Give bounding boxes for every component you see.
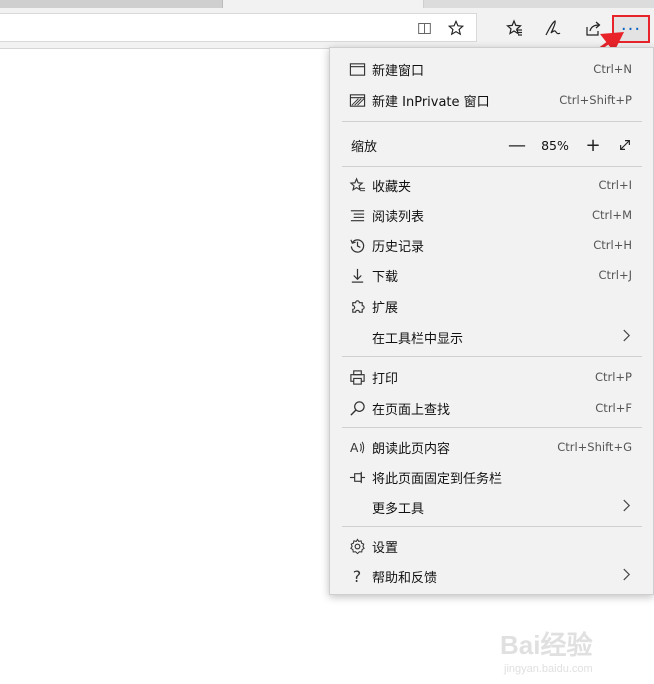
menu-item-settings[interactable]: 设置 xyxy=(330,532,653,560)
menu-label: 下载 xyxy=(372,269,399,285)
reading-list-icon xyxy=(347,205,367,225)
menu-item-extensions[interactable]: 扩展 xyxy=(330,292,653,320)
pin-icon xyxy=(347,467,367,487)
zoom-level: 85% xyxy=(541,137,569,153)
menu-label: 朗读此页内容 xyxy=(372,441,451,457)
history-icon xyxy=(347,235,367,255)
menu-item-more-tools[interactable]: 更多工具 xyxy=(330,493,653,521)
zoom-in-button[interactable]: + xyxy=(582,134,604,156)
menu-item-new-window[interactable]: 新建窗口 Ctrl+N xyxy=(330,55,653,83)
menu-shortcut: Ctrl+F xyxy=(595,401,632,415)
watermark-url: jingyan.baidu.com xyxy=(504,663,593,675)
gear-icon xyxy=(347,536,367,556)
menu-divider xyxy=(342,427,642,428)
favorite-star-icon[interactable] xyxy=(447,19,465,37)
reading-view-icon[interactable] xyxy=(415,19,433,37)
menu-shortcut: Ctrl+N xyxy=(593,62,632,76)
menu-shortcut: Ctrl+Shift+G xyxy=(557,440,632,454)
menu-item-history[interactable]: 历史记录 Ctrl+H xyxy=(330,231,653,259)
address-bar[interactable] xyxy=(0,13,477,42)
download-icon xyxy=(347,265,367,285)
menu-shortcut: Ctrl+Shift+P xyxy=(559,93,632,107)
menu-label: 阅读列表 xyxy=(372,209,425,225)
menu-label: 收藏夹 xyxy=(372,179,412,195)
menu-label: 新建 InPrivate 窗口 xyxy=(372,94,490,110)
menu-item-new-inprivate[interactable]: 新建 InPrivate 窗口 Ctrl+Shift+P xyxy=(330,86,653,114)
zoom-label: 缩放 xyxy=(351,139,378,155)
browser-toolbar: ··· xyxy=(0,8,654,49)
favorites-hub-icon[interactable] xyxy=(498,14,530,42)
more-icon[interactable]: ··· xyxy=(612,15,650,43)
settings-more-menu: 新建窗口 Ctrl+N 新建 InPrivate 窗口 Ctrl+Shift+P… xyxy=(329,47,654,595)
inprivate-window-icon xyxy=(347,90,367,110)
menu-label: 新建窗口 xyxy=(372,63,425,79)
share-icon[interactable] xyxy=(577,14,609,42)
puzzle-icon xyxy=(347,296,367,316)
menu-shortcut: Ctrl+M xyxy=(591,208,632,222)
menu-shortcut: Ctrl+P xyxy=(594,370,632,384)
menu-item-print[interactable]: 打印 Ctrl+P xyxy=(330,363,653,391)
read-aloud-icon: A xyxy=(347,437,367,457)
menu-label: 设置 xyxy=(372,540,399,556)
chevron-right-icon xyxy=(622,328,631,346)
menu-item-reading-list[interactable]: 阅读列表 Ctrl+M xyxy=(330,201,653,229)
menu-label: 更多工具 xyxy=(372,501,425,517)
zoom-controls: — 85% + xyxy=(506,134,604,156)
menu-divider xyxy=(342,121,642,122)
menu-shortcut: Ctrl+J xyxy=(598,268,633,282)
printer-icon xyxy=(347,367,367,387)
menu-label: 帮助和反馈 xyxy=(372,570,438,586)
menu-divider xyxy=(342,166,642,167)
menu-shortcut: Ctrl+I xyxy=(598,178,633,192)
fullscreen-icon[interactable] xyxy=(614,134,636,156)
menu-item-help-feedback[interactable]: ? 帮助和反馈 xyxy=(330,562,653,590)
menu-item-favorites[interactable]: 收藏夹 Ctrl+I xyxy=(330,171,653,199)
svg-text:A: A xyxy=(349,441,358,455)
window-icon xyxy=(347,59,367,79)
tab-strip xyxy=(0,0,654,8)
menu-item-zoom: 缩放 — 85% + xyxy=(330,131,653,159)
menu-label: 扩展 xyxy=(372,300,399,316)
menu-label: 在工具栏中显示 xyxy=(372,331,464,347)
menu-item-show-in-toolbar[interactable]: 在工具栏中显示 xyxy=(330,323,653,351)
pen-icon[interactable] xyxy=(537,14,569,42)
menu-shortcut: Ctrl+H xyxy=(593,238,632,252)
menu-item-downloads[interactable]: 下载 Ctrl+J xyxy=(330,261,653,289)
menu-divider xyxy=(342,526,642,527)
menu-label: 历史记录 xyxy=(372,239,425,255)
search-icon xyxy=(347,398,367,418)
browser-tab[interactable] xyxy=(0,0,223,8)
menu-divider xyxy=(342,356,642,357)
baidu-watermark: Bai经验 jingyan.baidu.com xyxy=(500,625,650,680)
menu-label: 将此页面固定到任务栏 xyxy=(372,471,503,487)
watermark-brand: Bai经验 xyxy=(500,630,593,660)
browser-tab-active[interactable] xyxy=(223,0,424,8)
zoom-out-button[interactable]: — xyxy=(506,134,528,156)
help-icon: ? xyxy=(352,566,362,586)
menu-label: 打印 xyxy=(372,371,399,387)
menu-item-pin-to-taskbar[interactable]: 将此页面固定到任务栏 xyxy=(330,463,653,491)
favorites-icon xyxy=(347,175,367,195)
chevron-right-icon xyxy=(622,567,631,585)
chevron-right-icon xyxy=(622,498,631,516)
menu-label: 在页面上查找 xyxy=(372,402,451,418)
menu-item-read-aloud[interactable]: A 朗读此页内容 Ctrl+Shift+G xyxy=(330,433,653,461)
menu-item-find-on-page[interactable]: 在页面上查找 Ctrl+F xyxy=(330,394,653,422)
